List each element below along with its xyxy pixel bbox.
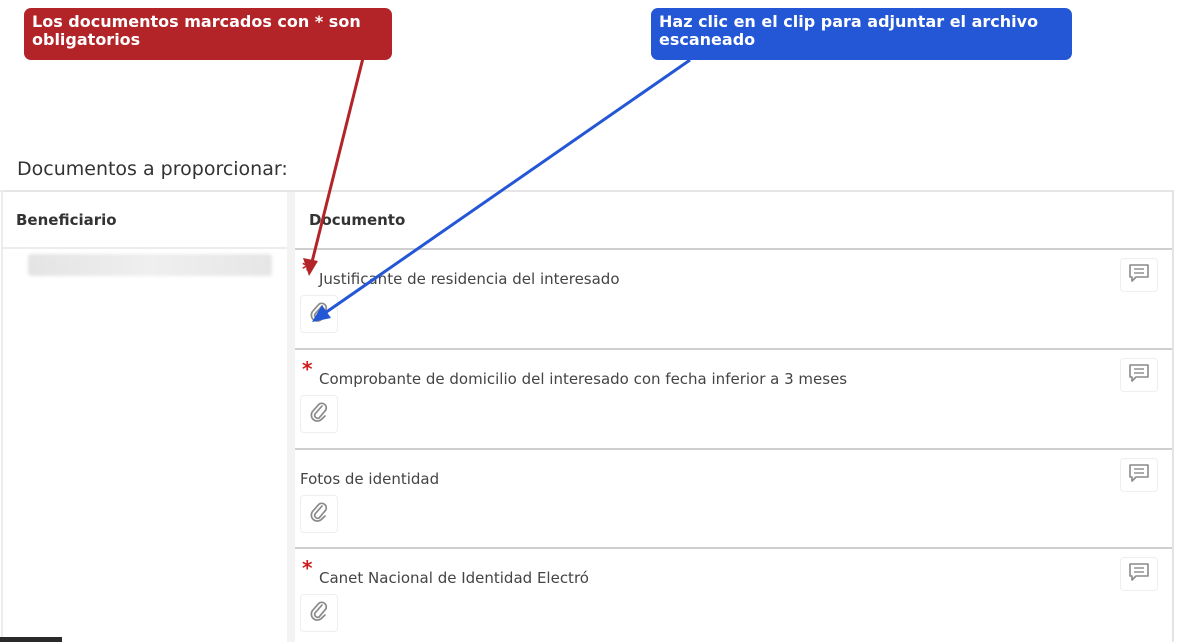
beneficiary-name-redacted	[28, 254, 272, 276]
document-row: * Canet Nacional de Identidad Electró	[295, 547, 1172, 642]
paperclip-icon	[309, 401, 329, 427]
comment-button[interactable]	[1120, 458, 1158, 492]
column-header-document: Documento	[309, 211, 406, 229]
required-documents-callout: Los documentos marcados con * son obliga…	[24, 8, 392, 60]
table-right-border	[1172, 190, 1174, 642]
table-top-border	[0, 190, 1174, 192]
attach-file-callout-text: Haz clic en el clip para adjuntar el arc…	[659, 12, 1039, 49]
required-documents-callout-text: Los documentos marcados con * son obliga…	[32, 12, 361, 49]
column-separator	[287, 192, 295, 642]
comment-icon	[1128, 562, 1150, 586]
document-label: Justificante de residencia del interesad…	[319, 270, 620, 288]
document-row: * Comprobante de domicilio del interesad…	[295, 348, 1172, 445]
required-marker: *	[302, 257, 313, 281]
document-row: * Justificante de residencia del interes…	[295, 248, 1172, 345]
comment-icon	[1128, 263, 1150, 287]
comment-icon	[1128, 463, 1150, 487]
attach-file-callout: Haz clic en el clip para adjuntar el arc…	[651, 8, 1072, 60]
comment-button[interactable]	[1120, 557, 1158, 591]
document-label: Comprobante de domicilio del interesado …	[319, 370, 848, 388]
attach-button[interactable]	[300, 495, 338, 533]
red-arrow	[303, 57, 365, 276]
paperclip-icon	[309, 301, 329, 327]
document-label: Canet Nacional de Identidad Electró	[319, 569, 589, 587]
comment-button[interactable]	[1120, 258, 1158, 292]
column-header-beneficiary: Beneficiario	[16, 211, 117, 229]
header-divider	[3, 247, 287, 249]
section-title: Documentos a proporcionar:	[17, 158, 288, 180]
required-marker: *	[302, 357, 313, 381]
attach-button[interactable]	[300, 594, 338, 632]
comment-button[interactable]	[1120, 358, 1158, 392]
table-left-border	[1, 190, 3, 642]
paperclip-icon	[309, 501, 329, 527]
attach-button[interactable]	[300, 395, 338, 433]
required-marker: *	[302, 556, 313, 580]
window-edge	[0, 637, 62, 642]
comment-icon	[1128, 363, 1150, 387]
paperclip-icon	[309, 600, 329, 626]
document-row: Fotos de identidad	[295, 448, 1172, 545]
attach-button[interactable]	[300, 295, 338, 333]
document-label: Fotos de identidad	[300, 470, 440, 488]
